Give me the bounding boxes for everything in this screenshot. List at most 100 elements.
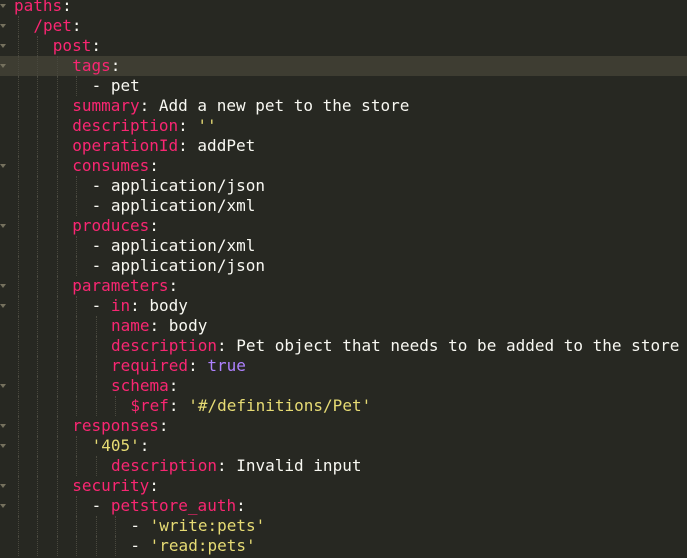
indent-guide [18,36,19,56]
indent-guide [76,296,78,316]
fold-arrow-icon[interactable] [0,44,6,48]
code-line[interactable]: - application/json [0,256,687,276]
code-line[interactable]: - application/json [0,176,687,196]
indent-guide [18,76,19,96]
code-token: - [91,256,111,275]
indent-guide [37,456,39,476]
code-text: name: body [111,316,207,336]
code-line[interactable]: paths: [0,0,687,16]
code-text: - 'read:pets' [130,536,255,556]
fold-arrow-icon[interactable] [0,164,6,168]
code-token: pet [110,76,140,95]
code-token: 'write:pets' [149,516,266,535]
code-token: : [216,336,237,355]
code-token: Add a new pet to the store [158,96,410,115]
indent-guide [56,176,58,196]
indent-guide [18,236,19,256]
indent-guide [37,56,39,76]
code-line[interactable]: tags: [0,56,687,76]
fold-arrow-icon[interactable] [0,284,6,288]
fold-arrow-icon[interactable] [0,64,6,68]
code-line[interactable]: '405': [0,436,687,456]
indent-guide [56,316,58,336]
code-line[interactable]: security: [0,476,687,496]
code-token: : [139,96,159,115]
code-token: : [149,316,169,335]
fold-arrow-icon[interactable] [0,304,6,308]
code-text: description: Pet object that needs to be… [111,336,679,356]
indent-guide [37,116,39,136]
code-token: : [188,356,208,375]
code-line[interactable]: consumes: [0,156,687,176]
code-line[interactable]: post: [0,36,687,56]
code-line[interactable]: name: body [0,316,687,336]
indent-guide [76,76,78,96]
indent-guide [76,356,78,376]
code-text: tags: [72,56,120,76]
code-line[interactable]: operationId: addPet [0,136,687,156]
code-line[interactable]: - petstore_auth: [0,496,687,516]
code-token: - [91,296,111,315]
code-line[interactable]: $ref: '#/definitions/Pet' [0,396,687,416]
code-line[interactable]: - application/xml [0,196,687,216]
code-line[interactable]: produces: [0,216,687,236]
code-line[interactable]: description: Invalid input [0,456,687,476]
indent-guide [18,96,19,116]
code-token: : [149,216,159,235]
code-line[interactable]: - application/xml [0,236,687,256]
code-text: $ref: '#/definitions/Pet' [130,396,371,416]
indent-guide [18,176,19,196]
code-token: schema [111,376,169,395]
code-text: operationId: addPet [72,136,255,156]
fold-arrow-icon[interactable] [0,384,6,388]
fold-arrow-icon[interactable] [0,484,6,488]
code-line[interactable]: - pet [0,76,687,96]
fold-arrow-icon[interactable] [0,444,6,448]
indent-guide [115,396,116,416]
code-line[interactable]: - 'write:pets' [0,516,687,536]
indent-guide [56,496,58,516]
code-token: description [111,456,217,475]
code-token: summary [72,96,140,115]
code-text: - 'write:pets' [130,516,265,536]
indent-guide [18,436,19,456]
fold-arrow-icon[interactable] [0,424,6,428]
code-token: petstore_auth [110,496,237,515]
code-text: description: '' [72,116,217,136]
indent-guide [37,436,39,456]
code-line[interactable]: description: '' [0,116,687,136]
indent-guide [18,376,19,396]
code-line[interactable]: summary: Add a new pet to the store [0,96,687,116]
code-line[interactable]: required: true [0,356,687,376]
indent-guide [18,116,19,136]
fold-arrow-icon[interactable] [0,4,6,8]
indent-guide [18,156,19,176]
code-token: application/json [110,256,265,275]
indent-guide [56,156,58,176]
code-text: - application/xml [92,236,256,256]
fold-arrow-icon[interactable] [0,24,6,28]
code-line[interactable]: - in: body [0,296,687,316]
code-text: - in: body [92,296,188,316]
code-line[interactable]: parameters: [0,276,687,296]
code-line[interactable]: schema: [0,376,687,396]
code-text: responses: [72,416,168,436]
indent-guide [76,396,78,416]
indent-guide [37,156,39,176]
indent-guide [56,376,58,396]
code-line[interactable]: description: Pet object that needs to be… [0,336,687,356]
fold-arrow-icon[interactable] [0,224,6,228]
code-token: - [91,236,111,255]
indent-guide [56,216,58,236]
code-token: : [158,416,169,435]
indent-guide [37,76,39,96]
code-line[interactable]: responses: [0,416,687,436]
code-token: : [216,456,237,475]
fold-arrow-icon[interactable] [0,504,6,508]
indent-guide [115,516,116,536]
code-editor[interactable]: paths:/pet: post: tags: - pet summary: Add a… [0,0,687,558]
code-token: 'read:pets' [149,536,256,555]
code-text: - application/json [92,176,265,196]
code-line[interactable]: /pet: [0,16,687,36]
code-line[interactable]: - 'read:pets' [0,536,687,556]
